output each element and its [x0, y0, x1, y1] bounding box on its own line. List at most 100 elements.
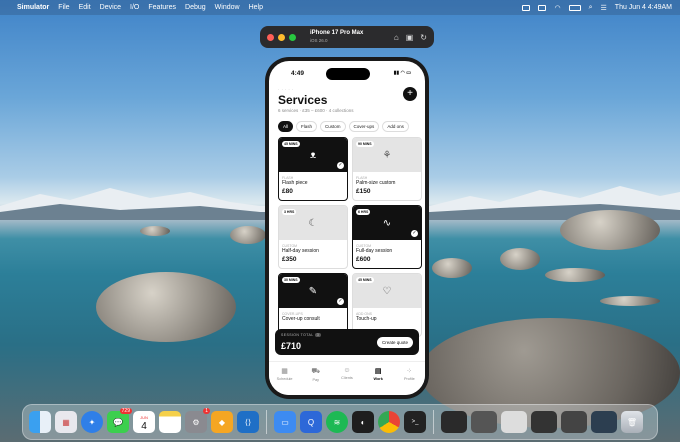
add-service-button[interactable]: +: [403, 87, 417, 101]
service-name: Palm-size custom: [356, 180, 396, 186]
session-total-label: SESSION TOTAL 3: [281, 333, 322, 337]
tab-clients[interactable]: ☺ Clients: [334, 367, 360, 395]
filter-chip-flash[interactable]: Flash: [296, 121, 318, 132]
menu-file[interactable]: File: [58, 4, 69, 11]
recent-window-thumbnail[interactable]: [441, 411, 467, 433]
zoom-window-button[interactable]: [289, 33, 296, 41]
service-price: £150: [356, 188, 371, 195]
service-card[interactable]: 90 MINS ⚘ FLASH Palm-size custom £150: [352, 137, 422, 201]
menu-edit[interactable]: Edit: [79, 4, 91, 11]
recent-window-thumbnail[interactable]: [561, 411, 587, 433]
service-card[interactable]: 45 MINS ♡ ADD ONS Touch-up: [352, 273, 422, 337]
safari-icon[interactable]: ✦: [81, 411, 103, 433]
spotify-icon[interactable]: ≋: [326, 411, 348, 433]
status-icon[interactable]: [522, 4, 531, 11]
service-price: £600: [356, 256, 371, 263]
device-os: iOS 26.0: [310, 38, 328, 43]
check-icon: ✓: [337, 162, 344, 169]
recent-window-thumbnail[interactable]: [531, 411, 557, 433]
filter-chip-cover-ups[interactable]: Cover-ups: [348, 121, 380, 132]
boulder: [140, 226, 170, 236]
calendar-day: 4: [141, 421, 147, 432]
people-icon: ☺: [343, 367, 351, 374]
search-icon[interactable]: ⌕: [589, 4, 593, 12]
screenshot-icon[interactable]: ▣: [406, 33, 414, 42]
service-card[interactable]: 3 HRS ☾ CUSTOM Half-day session £350: [278, 205, 348, 269]
menu-io[interactable]: I/O: [130, 4, 139, 11]
create-quote-button[interactable]: Create quote: [376, 337, 413, 348]
duration-badge: 30 MINS: [282, 277, 300, 283]
recent-window-thumbnail[interactable]: [471, 411, 497, 433]
chrome-icon[interactable]: [378, 411, 400, 433]
terminal-icon[interactable]: >_: [404, 411, 426, 433]
touch-up-icon: ♡: [382, 285, 392, 297]
service-name: Flash piece: [282, 180, 308, 186]
recent-window-thumbnail[interactable]: [591, 411, 617, 433]
service-card[interactable]: 6 HRS ∿ ✓ CUSTOM Full-day session £600: [352, 205, 422, 269]
filter-chip-add-ons[interactable]: Add ons: [382, 121, 409, 132]
rotate-icon[interactable]: ↻: [420, 33, 427, 42]
simulator-title: iPhone 17 Pro Max iOS 26.0: [310, 29, 363, 45]
menu-features[interactable]: Features: [148, 4, 176, 11]
settings-icon[interactable]: ⚙ 1: [185, 408, 210, 433]
trash-icon[interactable]: 🗑: [621, 411, 643, 433]
tab-bar: ▦ Schedule ⛟ Pay ☺ Clients ▤ Work ⁘ Profile: [269, 361, 425, 395]
swift-playgrounds-icon[interactable]: ◆: [211, 411, 233, 433]
boulder: [600, 296, 660, 306]
calendar-icon[interactable]: JUN 4: [133, 411, 155, 433]
recent-window-thumbnail[interactable]: [501, 411, 527, 433]
full-day-icon: ∿: [382, 217, 392, 229]
book-icon: ▤: [374, 368, 382, 375]
filter-chips: All Flash Custom Cover-ups Add ons: [278, 121, 409, 132]
figma-icon[interactable]: ◐: [352, 411, 374, 433]
simulator-toolbar[interactable]: iPhone 17 Pro Max iOS 26.0 ⌂ ▣ ↻: [260, 26, 434, 48]
duration-badge: 45 MINS: [356, 277, 374, 283]
dock: ▦ ✦ 💬 729 JUN 4 ⚙ 1 ◆ ⟨⟩ ▭ Q ≋ ◐ >_ 🗑: [22, 404, 658, 440]
status-icon[interactable]: [538, 4, 547, 11]
service-name: Full-day session: [356, 248, 393, 254]
filter-chip-all[interactable]: All: [278, 121, 294, 132]
tattoo-pen-icon: ✎: [308, 285, 318, 297]
close-window-button[interactable]: [267, 33, 274, 41]
page-subtitle: 6 services · £35 – £600 · 4 collections: [278, 108, 354, 113]
service-card[interactable]: 30 MINS ✎ ✓ COVER-UPS Cover-up consult: [278, 273, 348, 337]
menu-device[interactable]: Device: [100, 4, 121, 11]
duration-badge: 45 MINS: [282, 141, 300, 147]
launchpad-icon[interactable]: ▦: [55, 411, 77, 433]
menu-help[interactable]: Help: [249, 4, 263, 11]
tab-schedule[interactable]: ▦ Schedule: [272, 367, 298, 395]
battery-icon[interactable]: [568, 4, 581, 11]
notes-icon[interactable]: [159, 411, 181, 433]
eyebrow-dots: · · · · ·: [278, 87, 294, 92]
selected-count-badge: 3: [314, 333, 322, 337]
tab-pay[interactable]: ⛟ Pay: [303, 367, 329, 395]
service-name: Touch-up: [356, 316, 377, 322]
session-total-bar: SESSION TOTAL 3 £710 Create quote: [275, 329, 419, 355]
boulder: [96, 272, 236, 342]
menubar-clock[interactable]: Thu Jun 4 4:49AM: [615, 4, 672, 11]
simulator-app-icon[interactable]: ▭: [274, 411, 296, 433]
status-time: 4:49: [291, 70, 305, 77]
service-name: Half-day session: [282, 248, 319, 254]
menu-app-name[interactable]: Simulator: [17, 4, 49, 11]
home-icon[interactable]: ⌂: [394, 33, 399, 42]
finder-icon[interactable]: [29, 411, 51, 433]
control-center-icon[interactable]: ☰: [601, 4, 607, 12]
wifi-icon[interactable]: ◠: [554, 4, 560, 12]
services-grid: 45 MINS ᴥ ✓ FLASH Flash piece £80 90 MINS ⚘…: [278, 137, 422, 337]
tab-work[interactable]: ▤ Work: [365, 367, 391, 395]
service-card[interactable]: 45 MINS ᴥ ✓ FLASH Flash piece £80: [278, 137, 348, 201]
phone-screen: 4:49 ▮▮ ◠ ▭ · · · · · Services 6 service…: [269, 61, 425, 395]
proxyman-icon[interactable]: Q: [300, 411, 322, 433]
menu-debug[interactable]: Debug: [185, 4, 206, 11]
tab-profile[interactable]: ⁘ Profile: [396, 367, 422, 395]
settings-badge: 1: [203, 408, 210, 414]
vscode-icon[interactable]: ⟨⟩: [237, 411, 259, 433]
dock-separator: [433, 410, 434, 434]
menu-window[interactable]: Window: [215, 4, 240, 11]
palm-tattoo-icon: ⚘: [382, 149, 392, 161]
iphone-frame: 4:49 ▮▮ ◠ ▭ · · · · · Services 6 service…: [265, 57, 429, 399]
filter-chip-custom[interactable]: Custom: [320, 121, 346, 132]
messages-icon[interactable]: 💬 729: [107, 408, 132, 433]
minimize-window-button[interactable]: [278, 33, 285, 41]
